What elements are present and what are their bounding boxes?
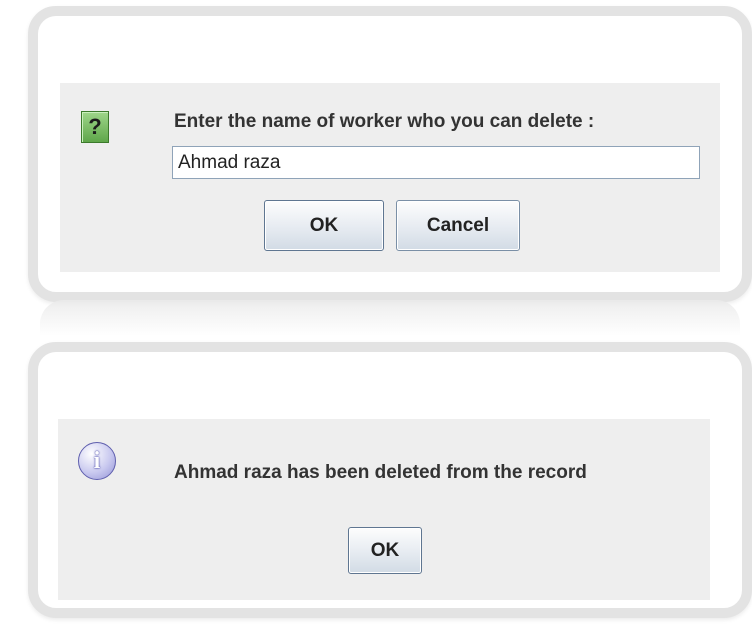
input-dialog: ? Enter the name of worker who you can d… bbox=[60, 83, 720, 272]
message-dialog: i Ahmad raza has been deleted from the r… bbox=[58, 419, 710, 600]
worker-name-input[interactable] bbox=[172, 146, 700, 179]
screenshot-stage: ? Enter the name of worker who you can d… bbox=[0, 0, 752, 624]
info-icon: i bbox=[78, 442, 116, 480]
frame-reflection bbox=[40, 300, 740, 336]
question-icon: ? bbox=[81, 111, 109, 143]
ok-button[interactable]: OK bbox=[264, 200, 384, 251]
message-ok-button[interactable]: OK bbox=[348, 527, 422, 574]
input-dialog-prompt: Enter the name of worker who you can del… bbox=[174, 111, 595, 132]
message-dialog-text: Ahmad raza has been deleted from the rec… bbox=[174, 462, 587, 483]
cancel-button[interactable]: Cancel bbox=[396, 200, 520, 251]
